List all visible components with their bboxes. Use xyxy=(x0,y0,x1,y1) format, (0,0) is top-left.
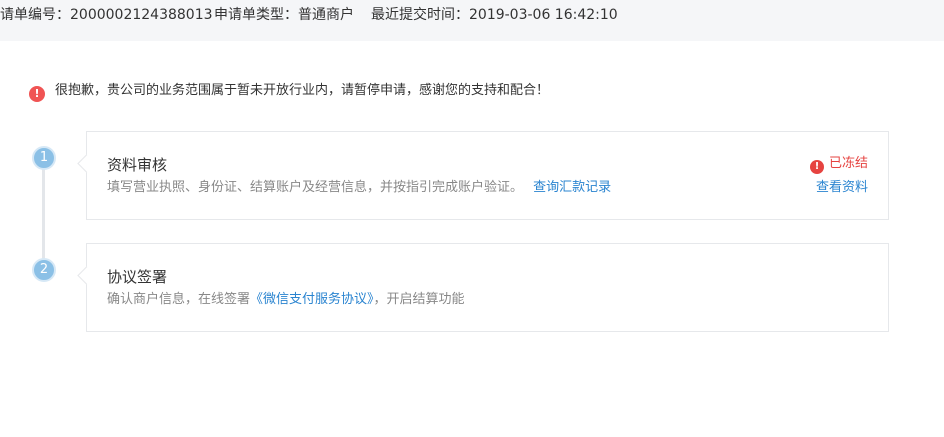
application-type: 申请单类型：普通商户 xyxy=(214,0,354,30)
step-title: 资料审核 xyxy=(107,156,168,174)
step-description: 确认商户信息，在线签署《微信支付服务协议》，开启结算功能 xyxy=(107,290,465,310)
step-title: 协议签署 xyxy=(107,268,168,286)
step-1-badge: 1 xyxy=(32,146,56,170)
application-number-value: 2000002124388013 xyxy=(70,7,213,23)
exclamation-icon: ! xyxy=(809,160,824,174)
view-info-link[interactable]: 查看资料 xyxy=(816,178,868,198)
query-remittance-link[interactable]: 查询汇款记录 xyxy=(533,180,611,195)
service-agreement-link[interactable]: 《微信支付服务协议》 xyxy=(250,292,374,307)
application-number: 请单编号：2000002124388013 xyxy=(0,0,213,30)
alert-message: ! 很抱歉，贵公司的业务范围属于暂未开放行业内，请暂停申请，感谢您的支持和配合！ xyxy=(29,81,549,102)
step-card-agreement: 协议签署 确认商户信息，在线签署《微信支付服务协议》，开启结算功能 xyxy=(86,243,889,332)
step-2-badge: 2 xyxy=(32,258,56,282)
application-type-value: 普通商户 xyxy=(298,7,354,23)
application-number-label: 请单编号： xyxy=(0,7,70,23)
step-description-text: 填写营业执照、身份证、结算账户及经营信息，并按指引完成账户验证。 xyxy=(107,180,524,195)
timeline-line xyxy=(42,168,45,263)
status-badge: ! 已冻结 xyxy=(809,154,868,174)
alert-text: 很抱歉，贵公司的业务范围属于暂未开放行业内，请暂停申请，感谢您的支持和配合！ xyxy=(55,83,550,98)
exclamation-icon: ! xyxy=(29,86,45,102)
status-text: 已冻结 xyxy=(828,156,868,171)
step-description: 填写营业执照、身份证、结算账户及经营信息，并按指引完成账户验证。 查询汇款记录 xyxy=(107,178,611,198)
application-type-label: 申请单类型： xyxy=(214,7,298,23)
last-submit-time-label: 最近提交时间： xyxy=(371,7,469,23)
step-card-review: 资料审核 填写营业执照、身份证、结算账户及经营信息，并按指引完成账户验证。 查询… xyxy=(86,131,889,220)
last-submit-time: 最近提交时间：2019-03-06 16:42:10 xyxy=(371,0,618,30)
step-description-text: 确认商户信息，在线签署 xyxy=(107,292,251,307)
header-bar: 请单编号：2000002124388013 申请单类型：普通商户 最近提交时间：… xyxy=(0,0,944,41)
step-description-suffix: ，开启结算功能 xyxy=(373,292,465,307)
last-submit-time-value: 2019-03-06 16:42:10 xyxy=(469,7,618,23)
